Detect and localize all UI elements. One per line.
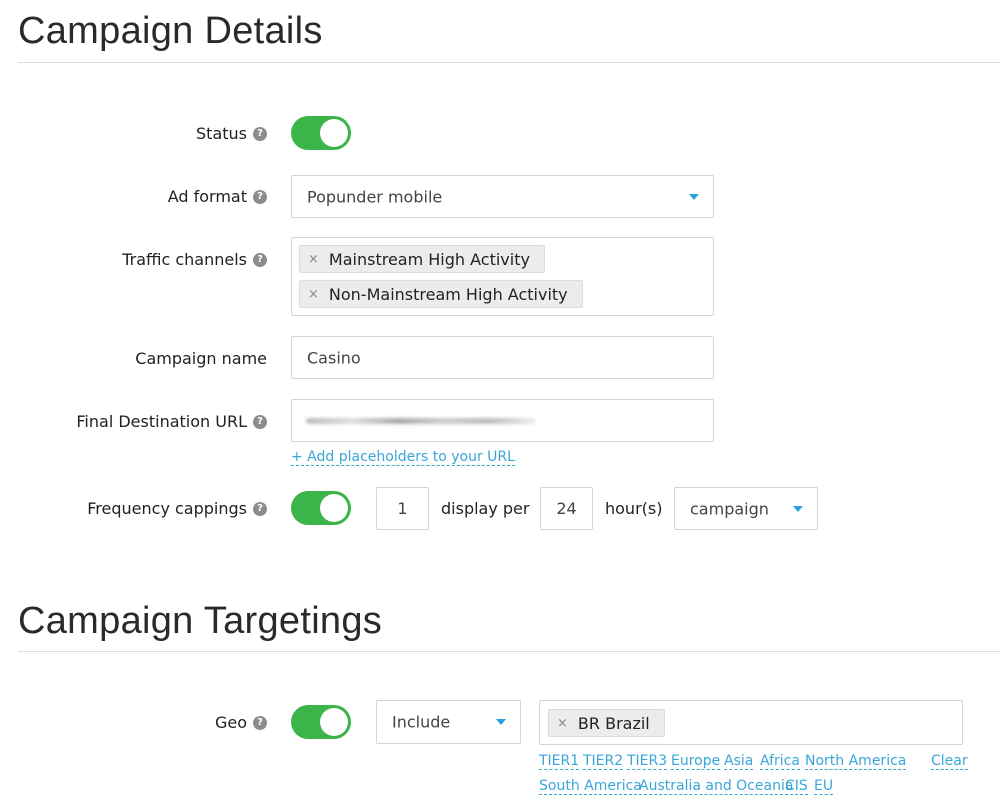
geo-quick-link[interactable]: North America (805, 753, 907, 770)
chevron-down-icon (689, 193, 699, 200)
geo-label: Geo ? (215, 713, 267, 732)
geo-quick-link[interactable]: Europe (671, 753, 721, 770)
final-url-input[interactable] (291, 399, 714, 442)
geo-quick-link[interactable]: CIS (785, 778, 808, 795)
country-tag: × BR Brazil (548, 709, 665, 737)
add-placeholders-link[interactable]: + Add placeholders to your URL (291, 449, 515, 466)
help-icon[interactable]: ? (253, 715, 267, 730)
frequency-cappings-label: Frequency cappings ? (87, 499, 267, 518)
campaign-name-label: Campaign name (135, 349, 267, 368)
status-toggle[interactable] (291, 116, 351, 150)
geo-quick-link[interactable]: Africa (760, 753, 800, 770)
toggle-knob (320, 119, 348, 147)
remove-icon[interactable]: × (308, 287, 319, 302)
remove-icon[interactable]: × (308, 252, 319, 267)
geo-clear-link[interactable]: Clear (931, 753, 968, 770)
chevron-down-icon (793, 505, 803, 512)
help-icon[interactable]: ? (253, 501, 267, 516)
geo-quick-link[interactable]: Australia and Oceania (639, 778, 794, 795)
hours-label: hour(s) (605, 499, 663, 518)
traffic-channel-tag: × Mainstream High Activity (299, 245, 545, 273)
blurred-url-value (306, 418, 536, 424)
chevron-down-icon (496, 719, 506, 725)
geo-quick-link[interactable]: TIER1 (539, 753, 580, 770)
remove-icon[interactable]: × (557, 716, 568, 731)
ad-format-label: Ad format ? (168, 187, 267, 206)
frequency-count-input[interactable]: 1 (376, 487, 429, 530)
traffic-channels-multiselect[interactable]: × Mainstream High Activity × Non-Mainstr… (291, 237, 714, 316)
status-label: Status ? (196, 124, 267, 143)
help-icon[interactable]: ? (253, 252, 267, 267)
geo-quick-link[interactable]: TIER2 (583, 753, 624, 770)
frequency-hours-input[interactable]: 24 (540, 487, 593, 530)
help-icon[interactable]: ? (253, 189, 267, 204)
toggle-knob (320, 494, 348, 522)
campaign-details-title: Campaign Details (18, 10, 323, 52)
geo-quick-link[interactable]: TIER3 (627, 753, 668, 770)
final-url-label: Final Destination URL ? (76, 412, 267, 431)
campaign-targetings-title: Campaign Targetings (18, 600, 383, 642)
ad-format-select[interactable]: Popunder mobile (291, 175, 714, 218)
traffic-channel-tag: × Non-Mainstream High Activity (299, 280, 583, 308)
geo-mode-select[interactable]: Include (376, 700, 521, 744)
divider (18, 651, 1000, 652)
traffic-channels-label: Traffic channels ? (122, 250, 267, 269)
divider (18, 62, 1000, 63)
help-icon[interactable]: ? (253, 414, 267, 429)
campaign-name-input[interactable]: Casino (291, 336, 714, 379)
geo-quick-link[interactable]: EU (814, 778, 834, 795)
toggle-knob (320, 708, 348, 736)
help-icon[interactable]: ? (253, 126, 267, 141)
geo-quick-link[interactable]: Asia (724, 753, 754, 770)
frequency-scope-select[interactable]: campaign (674, 487, 818, 530)
geo-countries-multiselect[interactable]: × BR Brazil (539, 700, 963, 745)
geo-quick-link[interactable]: South America (539, 778, 642, 795)
frequency-toggle[interactable] (291, 491, 351, 525)
display-per-label: display per (441, 499, 530, 518)
geo-toggle[interactable] (291, 705, 351, 739)
